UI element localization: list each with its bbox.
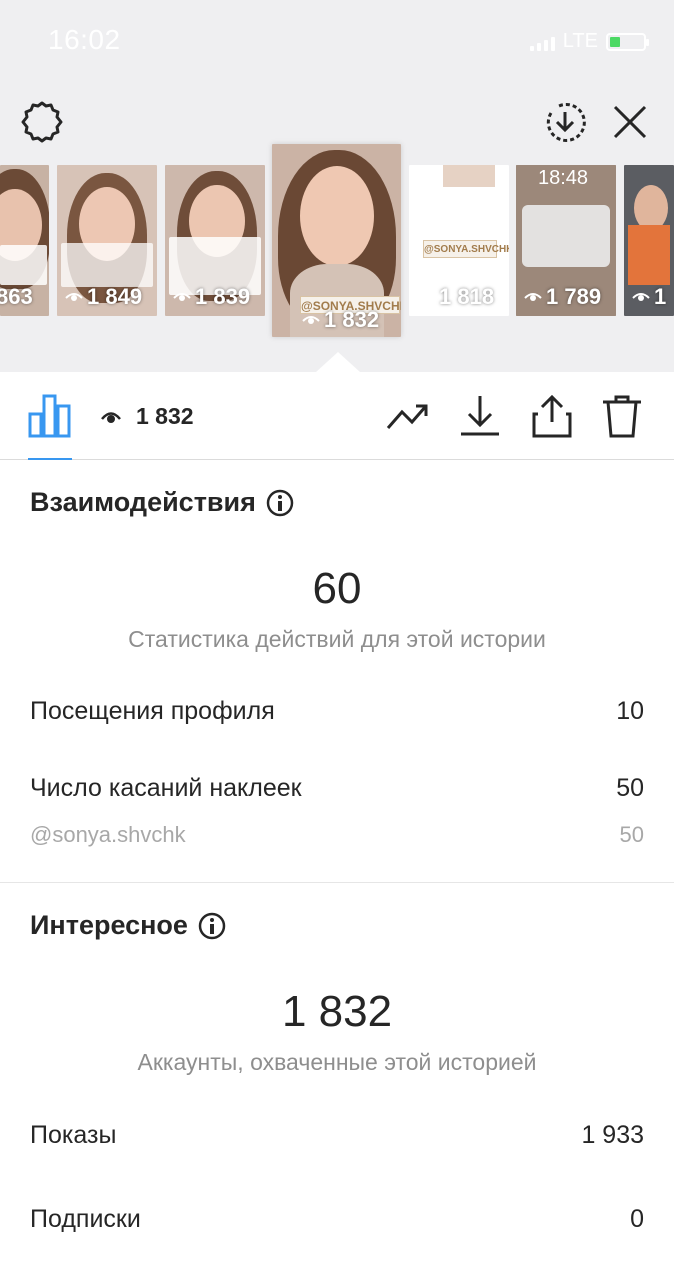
story-views: 863 bbox=[0, 284, 33, 309]
battery-icon bbox=[606, 32, 649, 51]
stat-label: Число касаний наклеек bbox=[30, 774, 302, 802]
stat-label: Подписки bbox=[30, 1205, 141, 1233]
status-time: 16:02 bbox=[48, 24, 121, 55]
sticker-sub-row[interactable]: @sonya.shvchk 50 bbox=[30, 822, 644, 848]
eye-icon bbox=[524, 293, 542, 301]
story-views: 1 849 bbox=[65, 284, 142, 310]
viewers-button[interactable]: 1 832 bbox=[100, 403, 194, 430]
status-indicators: LTE bbox=[529, 30, 649, 53]
download-circle-icon[interactable] bbox=[543, 101, 587, 145]
current-story-pointer bbox=[316, 352, 360, 372]
signal-icon bbox=[529, 33, 555, 51]
stat-label: Показы bbox=[30, 1121, 117, 1149]
gear-icon[interactable] bbox=[20, 100, 64, 144]
story-thumbnail[interactable]: 18:48 1 789 bbox=[516, 165, 616, 316]
interactions-title: Взаимодействия bbox=[30, 487, 294, 518]
viewers-count: 1 832 bbox=[136, 403, 194, 429]
eye-icon bbox=[417, 293, 435, 301]
story-thumbnail[interactable]: 1 839 bbox=[165, 165, 265, 316]
stat-row: Подписки 0 bbox=[30, 1205, 644, 1234]
stat-value: 10 bbox=[616, 697, 644, 725]
story-views: 1 bbox=[632, 284, 666, 310]
network-type: LTE bbox=[562, 30, 598, 52]
trending-icon[interactable] bbox=[386, 394, 430, 438]
sticker-handle: @sonya.shvchk bbox=[30, 822, 186, 847]
stat-row: Посещения профиля 10 bbox=[30, 697, 644, 726]
stat-value: 1 933 bbox=[581, 1121, 644, 1149]
mention-sticker: @SONYA.SHVCHK bbox=[423, 240, 509, 258]
stat-label: Посещения профиля bbox=[30, 697, 275, 725]
story-thumbnail[interactable]: @SONYA.SHVCHK 1 818 bbox=[409, 165, 509, 316]
info-icon[interactable] bbox=[198, 912, 226, 940]
story-views: 1 818 bbox=[417, 284, 494, 310]
insights-toolbar: 1 832 bbox=[0, 372, 674, 460]
story-views: 1 832 bbox=[302, 307, 379, 333]
discovery-title: Интересное bbox=[30, 910, 226, 941]
interactions-title-text: Взаимодействия bbox=[30, 487, 256, 517]
stat-row: Показы 1 933 bbox=[30, 1121, 644, 1150]
eye-icon bbox=[173, 293, 191, 301]
share-icon[interactable] bbox=[530, 394, 574, 438]
story-preview-area: 16:02 LTE 863 1 849 1 839 @SONYA.SHVCHK … bbox=[0, 0, 674, 372]
info-icon[interactable] bbox=[266, 489, 294, 517]
stat-value: 0 bbox=[630, 1205, 644, 1233]
stat-value: 50 bbox=[616, 774, 644, 802]
close-icon[interactable] bbox=[612, 104, 648, 140]
eye-icon bbox=[302, 316, 320, 324]
story-thumbnail-strip: 863 1 849 1 839 @SONYA.SHVCHK 1 832 @SON bbox=[0, 140, 674, 340]
story-thumbnail[interactable]: 863 bbox=[0, 165, 49, 316]
eye-icon bbox=[65, 293, 83, 301]
story-clock: 18:48 bbox=[538, 167, 589, 189]
discovery-total-label: Аккаунты, охваченные этой историей bbox=[137, 1049, 537, 1075]
story-views: 1 789 bbox=[524, 284, 601, 310]
eye-icon bbox=[632, 293, 650, 301]
interactions-total-label: Статистика действий для этой истории bbox=[128, 626, 546, 652]
story-thumbnail[interactable]: 1 849 bbox=[57, 165, 157, 316]
interactions-total: 60 bbox=[312, 564, 362, 613]
bar-chart-icon[interactable] bbox=[28, 392, 72, 438]
sticker-taps: 50 bbox=[619, 822, 644, 847]
story-views: 1 839 bbox=[173, 284, 250, 310]
stat-row: Число касаний наклеек 50 bbox=[30, 774, 644, 803]
eye-icon bbox=[101, 411, 121, 423]
download-icon[interactable] bbox=[458, 394, 502, 438]
trash-icon[interactable] bbox=[600, 394, 644, 438]
active-tab-indicator bbox=[28, 458, 72, 460]
story-thumbnail[interactable]: 1 bbox=[624, 165, 674, 316]
section-divider bbox=[0, 882, 674, 883]
discovery-title-text: Интересное bbox=[30, 910, 188, 940]
story-thumbnail-current[interactable]: @SONYA.SHVCHK 1 832 bbox=[272, 144, 401, 337]
discovery-total: 1 832 bbox=[281, 987, 393, 1036]
